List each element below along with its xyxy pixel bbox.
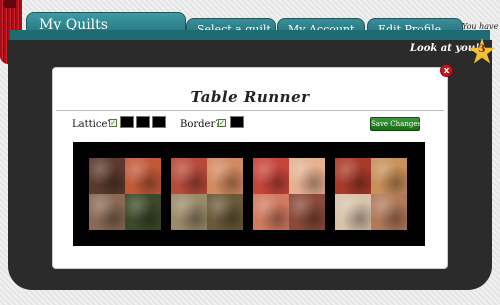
quilt-cell — [125, 194, 161, 230]
quilt-block-3[interactable] — [253, 158, 325, 230]
quilt-cell — [125, 158, 161, 194]
border-color-swatch[interactable] — [230, 116, 244, 128]
lattice-checkbox[interactable]: ✓ — [109, 119, 117, 127]
quilt-cell — [253, 194, 289, 230]
quilt-cell — [335, 158, 371, 194]
star-badge-count: 3 — [478, 44, 486, 55]
quilt-cell — [371, 158, 407, 194]
dialog-title: Table Runner — [190, 88, 310, 106]
quilt-preview-strip — [73, 142, 425, 246]
tab-underline-band — [10, 30, 490, 40]
quilt-cell — [207, 194, 243, 230]
close-icon[interactable]: x — [440, 64, 453, 77]
quilt-cell — [335, 194, 371, 230]
quilt-block-2[interactable] — [171, 158, 243, 230]
dialog-divider — [56, 110, 444, 111]
border-checkbox[interactable]: ✓ — [218, 119, 226, 127]
quilt-cell — [89, 194, 125, 230]
lattice-color-swatch-3[interactable] — [152, 116, 166, 128]
quilt-cell — [171, 158, 207, 194]
quilt-cell — [289, 194, 325, 230]
quilt-cell — [289, 158, 325, 194]
side-note-text: You have 3 in — [462, 22, 500, 31]
lattice-label: Lattice? — [72, 119, 113, 130]
quilt-cell — [371, 194, 407, 230]
quilt-cell — [253, 158, 289, 194]
border-label: Border? — [180, 119, 221, 130]
lattice-color-swatch-2[interactable] — [136, 116, 150, 128]
quilt-cell — [89, 158, 125, 194]
quilt-cell — [171, 194, 207, 230]
quilt-block-1[interactable] — [89, 158, 161, 230]
save-changes-button[interactable]: Save Changes — [370, 117, 421, 131]
quilt-cell — [207, 158, 243, 194]
quilt-block-4[interactable] — [335, 158, 407, 230]
lattice-color-swatch-1[interactable] — [120, 116, 134, 128]
